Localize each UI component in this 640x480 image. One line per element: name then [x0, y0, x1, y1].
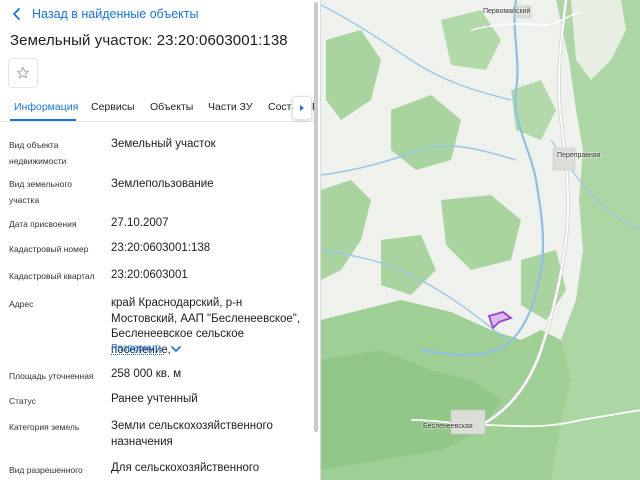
- caret-right-icon: [300, 105, 304, 111]
- permitted-use-label: Вид разрешенного: [9, 465, 83, 475]
- land-type-label: Вид земельного участка: [9, 179, 73, 205]
- tab-services[interactable]: Сервисы: [91, 101, 135, 113]
- expand-label: Развернуть: [111, 343, 165, 355]
- cadastral-block-label: Кадастровый квартал: [9, 271, 95, 281]
- assign-date-value: 27.10.2007: [111, 217, 169, 229]
- object-type-label: Вид объекта недвижимости: [9, 140, 67, 166]
- map-view[interactable]: Первомайский Переправная Бесленеевская: [320, 0, 640, 480]
- settlement-beslenevskaya: [450, 409, 486, 435]
- area-value: 258 000 кв. м: [111, 368, 182, 380]
- tabs-scroll-right-button[interactable]: [292, 96, 312, 120]
- status-value: Ранее учтенный: [111, 393, 198, 405]
- back-link[interactable]: Назад в найденные объекты: [10, 5, 198, 23]
- assign-date-label: Дата присвоения: [9, 219, 77, 229]
- map-label-perepravnaya: Переправная: [557, 152, 601, 159]
- map-label-pervomaysky: Первомайский: [483, 8, 531, 15]
- tab-bar: Информация Сервисы Объекты Части ЗУ Сост…: [0, 96, 318, 122]
- map-canvas[interactable]: [321, 0, 640, 480]
- tab-parts[interactable]: Части ЗУ: [208, 101, 253, 113]
- active-tab-indicator: [10, 119, 76, 121]
- tab-objects[interactable]: Объекты: [150, 101, 193, 113]
- cadastral-number-value: 23:20:0603001:138: [111, 242, 211, 254]
- category-value: Земли сельскохозяйственного назначения: [111, 420, 273, 448]
- map-label-beslenevskaya: Бесленеевская: [423, 423, 473, 430]
- area-label: Площадь уточненная: [9, 371, 94, 381]
- status-label: Статус: [9, 396, 36, 406]
- object-type-value: Земельный участок: [111, 138, 216, 150]
- permitted-use-value: Для сельскохозяйственного: [111, 462, 260, 474]
- favorite-button[interactable]: [8, 58, 38, 88]
- land-type-value: Землепользование: [111, 178, 214, 190]
- star-icon: [17, 67, 29, 79]
- chevron-left-icon: [13, 8, 20, 20]
- page-title: Земельный участок: 23:20:0603001:138: [10, 32, 288, 49]
- category-label: Категория земель: [9, 422, 80, 432]
- cadastral-number-label: Кадастровый номер: [9, 244, 89, 254]
- tab-information[interactable]: Информация: [14, 101, 78, 113]
- info-panel: Назад в найденные объекты Земельный учас…: [0, 0, 318, 480]
- address-label: Адрес: [9, 299, 34, 309]
- chevron-down-icon: [171, 346, 181, 352]
- panel-scrollbar[interactable]: [314, 0, 318, 440]
- back-link-label: Назад в найденные объекты: [32, 7, 199, 21]
- expand-address-link[interactable]: Развернуть: [111, 343, 182, 355]
- scrollbar-thumb[interactable]: [314, 2, 318, 432]
- cadastral-block-value: 23:20:0603001: [111, 269, 188, 281]
